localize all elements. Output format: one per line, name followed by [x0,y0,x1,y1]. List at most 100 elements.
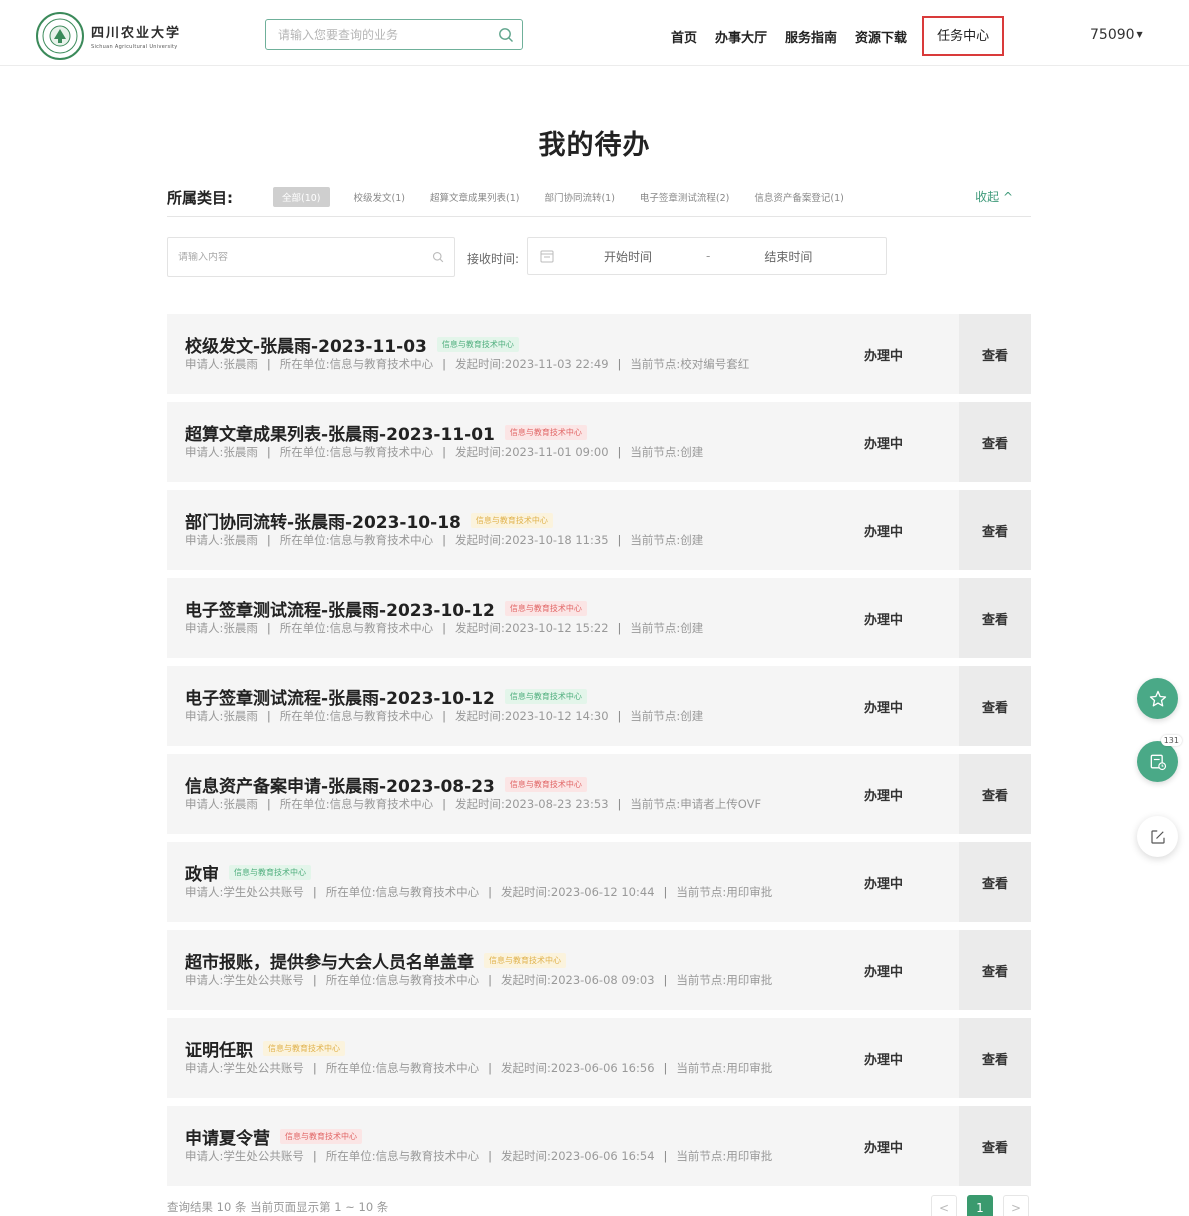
unit-value: 信息与教育技术中心 [329,621,434,635]
task-row[interactable]: 电子签章测试流程-张晨雨-2023-10-12 信息与教育技术中心 申请人: 张… [167,578,1031,658]
date-range-picker[interactable]: 开始时间 - 结束时间 [527,237,887,275]
task-title[interactable]: 电子签章测试流程-张晨雨-2023-10-12 [185,596,495,621]
university-logo[interactable]: 四川农业大学 Sichuan Agricultural University [35,11,181,61]
task-row[interactable]: 证明任职 信息与教育技术中心 申请人: 学生处公共账号 | 所在单位: 信息与教… [167,1018,1031,1098]
search-icon[interactable] [498,27,514,43]
node-value: 校对编号套红 [680,357,750,371]
node-label: 当前节点: [630,533,681,547]
node-value: 申请者上传OVF [680,797,762,811]
task-status: 办理中 [864,1141,904,1156]
prev-page-button[interactable]: < [931,1195,957,1216]
view-button[interactable]: 查看 [959,578,1031,658]
applicant-value: 张晨雨 [223,445,258,459]
collapse-label: 收起 [975,190,1000,204]
edit-float-button[interactable] [1137,816,1178,857]
todo-count-badge: 131 [1160,735,1182,746]
nav-service-guide[interactable]: 服务指南 [776,22,846,58]
time-label: 发起时间: [455,357,505,371]
unit-value: 信息与教育技术中心 [375,1061,480,1075]
task-row[interactable]: 超市报账，提供参与大会人员名单盖章 信息与教育技术中心 申请人: 学生处公共账号… [167,930,1031,1010]
next-page-button[interactable]: > [1003,1195,1029,1216]
view-button[interactable]: 查看 [959,490,1031,570]
task-main: 超市报账，提供参与大会人员名单盖章 信息与教育技术中心 申请人: 学生处公共账号… [167,930,959,1010]
meta-divider: | [617,357,622,371]
task-main: 部门协同流转-张晨雨-2023-10-18 信息与教育技术中心 申请人: 张晨雨… [167,490,959,570]
task-row[interactable]: 政审 信息与教育技术中心 申请人: 学生处公共账号 | 所在单位: 信息与教育技… [167,842,1031,922]
task-title[interactable]: 超市报账，提供参与大会人员名单盖章 [185,948,474,973]
view-button[interactable]: 查看 [959,314,1031,394]
view-button[interactable]: 查看 [959,666,1031,746]
time-label: 发起时间: [455,797,505,811]
unit-value: 信息与教育技术中心 [375,973,480,987]
view-button[interactable]: 查看 [959,754,1031,834]
user-menu[interactable]: 75090 ▼ [1090,27,1143,43]
department-tag: 信息与教育技术中心 [504,424,587,440]
task-row[interactable]: 信息资产备案申请-张晨雨-2023-08-23 信息与教育技术中心 申请人: 张… [167,754,1031,834]
content-search-input[interactable] [178,251,432,263]
task-status: 办理中 [864,525,904,540]
task-title[interactable]: 信息资产备案申请-张晨雨-2023-08-23 [185,772,495,797]
time-label: 发起时间: [501,1061,551,1075]
task-title-line: 超算文章成果列表-张晨雨-2023-11-01 信息与教育技术中心 [185,420,959,445]
end-date-input[interactable]: 结束时间 [764,248,812,265]
task-title[interactable]: 校级发文-张晨雨-2023-11-03 [185,332,427,357]
task-status: 办理中 [864,965,904,980]
task-row[interactable]: 申请夏令营 信息与教育技术中心 申请人: 学生处公共账号 | 所在单位: 信息与… [167,1106,1031,1186]
category-e-signature[interactable]: 电子签章测试流程(2) [640,190,729,204]
task-title[interactable]: 证明任职 [185,1036,253,1061]
view-button[interactable]: 查看 [959,1018,1031,1098]
meta-divider: | [266,357,271,371]
task-title[interactable]: 政审 [185,860,219,885]
view-button[interactable]: 查看 [959,930,1031,1010]
time-value: 2023-11-01 09:00 [504,445,609,459]
time-label: 发起时间: [501,1149,551,1163]
node-value: 用印审批 [726,1061,773,1075]
page-button-current[interactable]: 1 [967,1195,993,1216]
unit-value: 信息与教育技术中心 [375,1149,480,1163]
logo-cn: 四川农业大学 [91,26,182,41]
department-tag: 信息与教育技术中心 [470,512,553,528]
task-title[interactable]: 超算文章成果列表-张晨雨-2023-11-01 [185,420,495,445]
meta-divider: | [266,621,271,635]
receive-time-label: 接收时间: [467,252,520,266]
business-search-input[interactable] [278,27,498,42]
category-dept-transfer[interactable]: 部门协同流转(1) [544,190,614,204]
task-meta: 申请人: 张晨雨 | 所在单位: 信息与教育技术中心 | 发起时间: 2023-… [185,620,959,636]
search-icon[interactable] [432,251,444,263]
category-all[interactable]: 全部(10) [273,187,330,207]
task-row[interactable]: 超算文章成果列表-张晨雨-2023-11-01 信息与教育技术中心 申请人: 张… [167,402,1031,482]
task-title-line: 电子签章测试流程-张晨雨-2023-10-12 信息与教育技术中心 [185,684,959,709]
department-tag: 信息与教育技术中心 [504,776,587,792]
start-date-input[interactable]: 开始时间 [604,248,652,265]
nav-task-center[interactable]: 任务中心 [922,16,1005,56]
task-row[interactable]: 校级发文-张晨雨-2023-11-03 信息与教育技术中心 申请人: 张晨雨 |… [167,314,1031,394]
view-button[interactable]: 查看 [959,402,1031,482]
favorite-button[interactable] [1137,678,1178,719]
task-row[interactable]: 电子签章测试流程-张晨雨-2023-10-12 信息与教育技术中心 申请人: 张… [167,666,1031,746]
applicant-value: 学生处公共账号 [223,1061,304,1075]
meta-divider: | [617,797,622,811]
nav-home[interactable]: 首页 [662,22,706,58]
category-school-doc[interactable]: 校级发文(1) [354,190,405,204]
time-value: 2023-06-06 16:54 [550,1149,655,1163]
meta-divider: | [442,797,446,811]
nav-resource-download[interactable]: 资源下载 [846,22,916,58]
task-row[interactable]: 部门协同流转-张晨雨-2023-10-18 信息与教育技术中心 申请人: 张晨雨… [167,490,1031,570]
collapse-button[interactable]: 收起 ^ [975,188,1013,205]
view-button[interactable]: 查看 [959,1106,1031,1186]
task-meta: 申请人: 学生处公共账号 | 所在单位: 信息与教育技术中心 | 发起时间: 2… [185,1060,959,1076]
task-title[interactable]: 电子签章测试流程-张晨雨-2023-10-12 [185,684,495,709]
user-id: 75090 [1090,27,1135,43]
node-label: 当前节点: [676,885,727,899]
category-hpc-papers[interactable]: 超算文章成果列表(1) [430,190,519,204]
view-button[interactable]: 查看 [959,842,1031,922]
node-value: 创建 [680,533,704,547]
task-title[interactable]: 申请夏令营 [185,1124,270,1149]
task-status: 办理中 [864,1053,904,1068]
todo-float-button[interactable]: 131 [1137,735,1182,782]
department-tag: 信息与教育技术中心 [229,864,311,880]
category-info-asset[interactable]: 信息资产备案登记(1) [754,190,843,204]
node-label: 当前节点: [676,1061,727,1075]
nav-service-hall[interactable]: 办事大厅 [706,22,776,58]
task-title[interactable]: 部门协同流转-张晨雨-2023-10-18 [185,508,461,533]
